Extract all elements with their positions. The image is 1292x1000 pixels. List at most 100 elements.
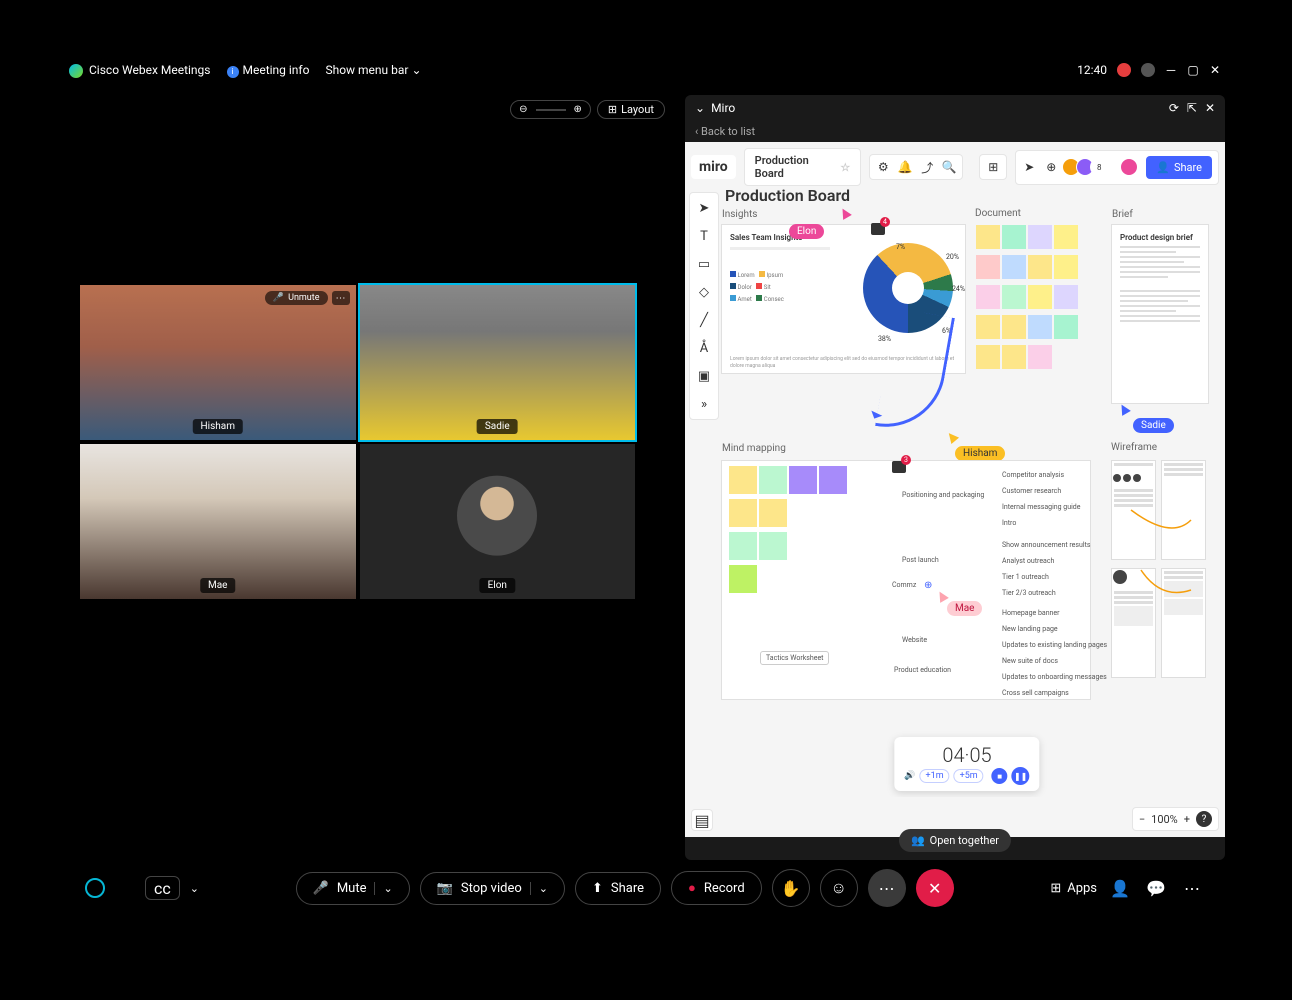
line-tool[interactable]: ╱ <box>694 311 714 329</box>
miro-panel-title: Miro <box>711 101 735 115</box>
close-button[interactable]: ✕ <box>1209 64 1221 76</box>
text-tool[interactable]: T <box>694 227 714 245</box>
reactions-button[interactable]: ☺ <box>820 869 858 907</box>
video-tile-elon[interactable]: Elon <box>360 444 636 599</box>
more-options-button[interactable]: ⋯ <box>868 869 906 907</box>
select-tool[interactable]: ➤ <box>694 199 714 217</box>
zoom-in-icon[interactable]: ⊕ <box>574 104 582 115</box>
cursor-icon[interactable]: ➤ <box>1022 160 1036 174</box>
board-name[interactable]: Production Board☆ <box>744 148 862 186</box>
frame-tool[interactable]: ▣ <box>694 367 714 385</box>
minimize-button[interactable]: ─ <box>1165 64 1177 76</box>
cursor-arrow-icon <box>838 206 852 220</box>
meeting-controls: cc ⌄ 🎤Mute⌄ 📷Stop video⌄ ⬆Share ●Record … <box>55 869 1235 907</box>
unmute-button[interactable]: 🎤Unmute <box>265 291 328 305</box>
share-screen-icon: ⬆ <box>592 881 603 896</box>
reaction-icon[interactable]: ⊕ <box>1044 160 1058 174</box>
mute-button[interactable]: 🎤Mute⌄ <box>296 872 410 905</box>
end-call-button[interactable]: ✕ <box>916 869 954 907</box>
layout-controls: ⊖ ⊕ ⊞Layout <box>510 100 665 119</box>
zoom-in-button[interactable]: + <box>1184 813 1190 826</box>
document-frame[interactable]: Document <box>975 224 1095 374</box>
share-button[interactable]: ⬆Share <box>575 872 661 905</box>
close-panel-icon[interactable]: ✕ <box>1205 101 1215 115</box>
back-to-list-button[interactable]: ‹ Back to list <box>685 121 1225 142</box>
video-face <box>80 444 356 599</box>
miro-logo[interactable]: miro <box>691 155 736 179</box>
search-icon[interactable]: 🔍 <box>942 160 956 174</box>
wireframe-label: Wireframe <box>1111 442 1157 453</box>
info-icon: i <box>227 66 239 78</box>
sticky-tool[interactable]: ▭ <box>694 255 714 273</box>
frame-label: Brief <box>1112 209 1133 220</box>
cursor-sadie: Sadie <box>1133 418 1174 433</box>
apps-grid-icon: ⊞ <box>986 160 1000 174</box>
cc-button[interactable]: cc <box>145 876 180 900</box>
assistant-icon[interactable] <box>85 878 105 898</box>
cc-chevron-icon[interactable]: ⌄ <box>190 882 199 895</box>
open-together-button[interactable]: 👥Open together <box>899 829 1011 852</box>
record-icon: ● <box>688 880 696 896</box>
stop-video-button[interactable]: 📷Stop video⌄ <box>420 872 565 905</box>
timer-plus-1m[interactable]: +1m <box>920 769 950 783</box>
timer-stop-button[interactable]: ■ <box>992 768 1008 784</box>
timer-widget[interactable]: 04·05 🔊 +1m +5m ■ ❚❚ <box>894 737 1039 791</box>
zoom-track[interactable] <box>536 109 566 111</box>
video-tile-mae[interactable]: Mae <box>80 444 356 599</box>
map-icon[interactable]: ▤ <box>691 809 713 831</box>
record-indicator-icon[interactable] <box>1117 63 1131 77</box>
shape-tool[interactable]: ◇ <box>694 283 714 301</box>
titlebar: Cisco Webex Meetings iMeeting info Show … <box>55 55 1235 86</box>
star-icon[interactable]: ☆ <box>840 161 850 174</box>
mindmap-content: Tactics Worksheet Positioning and packag… <box>722 461 1090 699</box>
timer-pause-button[interactable]: ❚❚ <box>1012 767 1030 785</box>
video-tile-hisham[interactable]: 🎤Unmute ⋯ Hisham <box>80 285 356 440</box>
sound-icon[interactable]: 🔊 <box>904 771 915 781</box>
webex-window: Cisco Webex Meetings iMeeting info Show … <box>55 55 1235 925</box>
zoom-out-icon[interactable]: ⊖ <box>519 104 527 115</box>
collapse-icon[interactable]: ⌄ <box>695 101 705 115</box>
layout-button[interactable]: ⊞Layout <box>597 100 665 119</box>
participant-avatars[interactable]: 8 <box>1066 158 1108 176</box>
miro-board: miro Production Board☆ ⚙ 🔔 ⤴ 🔍 ⊞ ➤ ⊕ <box>685 142 1225 837</box>
zoom-slider[interactable]: ⊖ ⊕ <box>510 100 591 119</box>
apps-button[interactable]: ⊞Apps <box>1050 881 1097 896</box>
chevron-down-icon[interactable]: ⌄ <box>374 882 392 895</box>
brief-frame[interactable]: Brief Product design brief <box>1111 224 1209 404</box>
popout-icon[interactable]: ⇱ <box>1187 101 1197 115</box>
add-node-icon[interactable]: ⊕ <box>924 580 932 591</box>
miro-canvas[interactable]: Production Board Insights Sales Team Ins… <box>715 182 1219 797</box>
refresh-icon[interactable]: ⟳ <box>1169 101 1179 115</box>
settings-icon[interactable]: ⚙ <box>876 160 890 174</box>
wireframe-frame[interactable] <box>1111 460 1213 700</box>
participants-icon[interactable]: 👤 <box>1107 869 1133 907</box>
share-button[interactable]: 👤Share <box>1146 156 1212 179</box>
show-menu-button[interactable]: Show menu bar ⌄ <box>325 63 421 77</box>
apps-icon-group[interactable]: ⊞ <box>979 154 1007 180</box>
meeting-info-button[interactable]: iMeeting info <box>227 63 310 78</box>
cursor-arrow-icon <box>945 430 959 444</box>
comment-icon[interactable]: 4 <box>871 223 885 235</box>
bell-icon[interactable]: 🔔 <box>898 160 912 174</box>
raise-hand-button[interactable]: ✋ <box>772 869 810 907</box>
maximize-button[interactable]: ▢ <box>1187 64 1199 76</box>
video-tile-sadie[interactable]: Sadie <box>360 285 636 440</box>
avatar-self[interactable] <box>1120 158 1138 176</box>
video-face <box>80 285 356 440</box>
tile-options-button[interactable]: ⋯ <box>332 291 350 305</box>
timer-plus-5m[interactable]: +5m <box>954 769 984 783</box>
help-button[interactable]: ? <box>1196 811 1212 827</box>
chevron-down-icon[interactable]: ⌄ <box>530 882 548 895</box>
more-menu-icon[interactable]: ⋯ <box>1179 869 1205 907</box>
zoom-out-button[interactable]: − <box>1139 813 1145 826</box>
lock-icon[interactable] <box>1141 63 1155 77</box>
avatar-count: 8 <box>1090 158 1108 176</box>
more-tools[interactable]: » <box>694 395 714 413</box>
chat-icon[interactable]: 💬 <box>1143 869 1169 907</box>
mindmap-frame[interactable]: Mind mapping 3 Tactics Worksheet Positio… <box>721 460 1091 700</box>
pen-tool[interactable]: Å <box>694 339 714 357</box>
zoom-value[interactable]: 100% <box>1151 813 1178 826</box>
frame-label: Document <box>975 208 1021 219</box>
record-button[interactable]: ●Record <box>671 871 762 905</box>
export-icon[interactable]: ⤴ <box>920 160 934 174</box>
